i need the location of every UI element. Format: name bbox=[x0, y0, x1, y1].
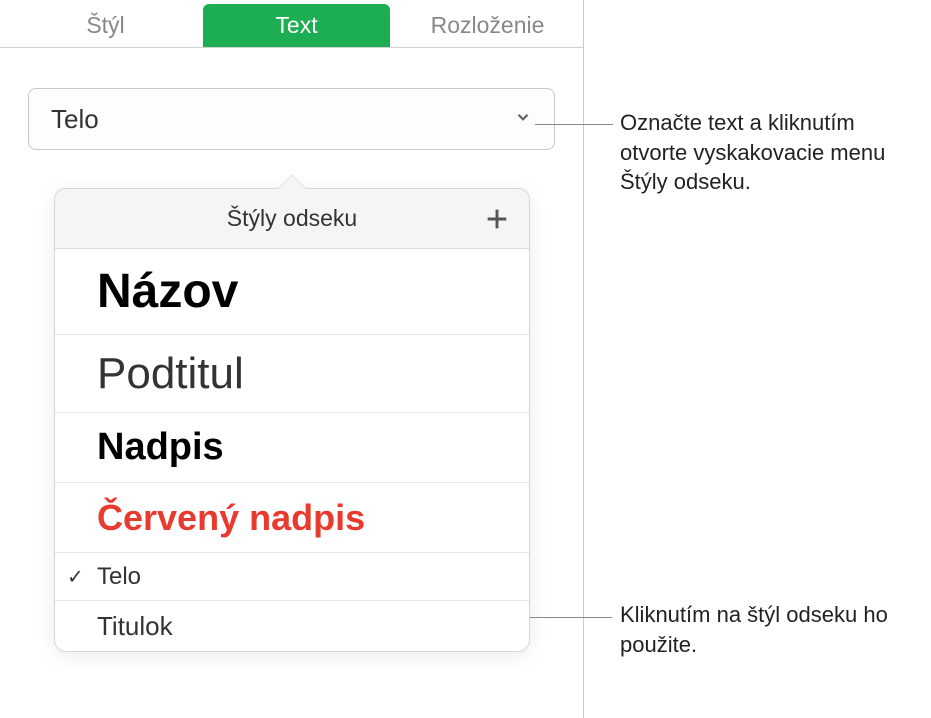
dropdown-selected-label: Telo bbox=[51, 104, 99, 135]
tab-bar: Štýl Text Rozloženie bbox=[0, 0, 583, 48]
paragraph-styles-popover: Štýly odseku Názov Podtitul Nadpis Červený … bbox=[54, 188, 530, 652]
checkmark-icon: ✓ bbox=[67, 564, 84, 589]
popover-body: Štýly odseku Názov Podtitul Nadpis Červený … bbox=[54, 188, 530, 652]
popover-arrow bbox=[276, 174, 308, 190]
plus-icon bbox=[483, 205, 511, 233]
style-item-label: Titulok bbox=[97, 611, 173, 642]
callout-line-1 bbox=[535, 124, 613, 125]
popover-header: Štýly odseku bbox=[55, 189, 529, 249]
style-item-cerveny[interactable]: Červený nadpis bbox=[55, 483, 529, 553]
style-item-podtitul[interactable]: Podtitul bbox=[55, 335, 529, 413]
style-item-nazov[interactable]: Názov bbox=[55, 249, 529, 335]
style-item-label: Telo bbox=[97, 563, 141, 591]
callout-dropdown: Označte text a kliknutím otvorte vyskako… bbox=[620, 108, 920, 197]
style-item-label: Nadpis bbox=[97, 426, 224, 469]
chevron-down-icon bbox=[514, 108, 532, 131]
style-item-titulok[interactable]: Titulok bbox=[55, 601, 529, 651]
paragraph-style-dropdown[interactable]: Telo bbox=[28, 88, 555, 150]
style-item-label: Názov bbox=[97, 264, 238, 319]
style-item-telo[interactable]: ✓ Telo bbox=[55, 553, 529, 601]
popover-title: Štýly odseku bbox=[227, 205, 357, 232]
callout-line-2 bbox=[530, 617, 612, 618]
style-item-label: Červený nadpis bbox=[97, 497, 365, 539]
tab-layout[interactable]: Rozloženie bbox=[394, 4, 581, 47]
style-item-nadpis[interactable]: Nadpis bbox=[55, 413, 529, 483]
content-area: Telo bbox=[0, 48, 583, 150]
inspector-panel: Štýl Text Rozloženie Telo Štýly odseku bbox=[0, 0, 584, 718]
callout-apply-style: Kliknutím na štýl odseku ho použite. bbox=[620, 600, 900, 659]
style-list: Názov Podtitul Nadpis Červený nadpis ✓ Telo Ti… bbox=[55, 249, 529, 651]
tab-text[interactable]: Text bbox=[203, 4, 390, 47]
style-item-label: Podtitul bbox=[97, 349, 244, 399]
add-style-button[interactable] bbox=[483, 205, 511, 233]
tab-style[interactable]: Štýl bbox=[12, 4, 199, 47]
